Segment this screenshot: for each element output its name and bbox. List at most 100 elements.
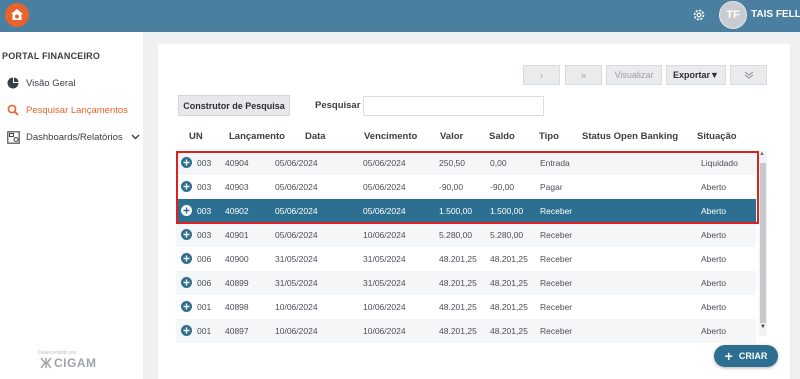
cell-data: 05/06/2024 [275,206,318,216]
column-header-tipo[interactable]: Tipo [539,131,559,142]
last-page-button[interactable]: » [565,65,602,85]
cell-data: 31/05/2024 [275,254,318,264]
cell-saldo: 5.280,00 [490,230,524,240]
cell-situacao: Aberto [701,230,727,240]
visualize-button[interactable]: Visualizar [606,65,662,85]
cell-saldo: 1.500,00 [490,206,524,216]
scrollbar-thumb[interactable] [760,163,766,323]
table-row[interactable]: 006 40900 31/05/2024 31/05/2024 48.201,2… [176,247,756,271]
cell-lancamento: 40897 [225,326,249,336]
cell-saldo: 0,00 [490,158,507,168]
cell-valor: 5.280,00 [439,230,473,240]
cell-valor: 48.201,25 [439,278,477,288]
user-name[interactable]: TAIS FELLES [751,9,800,20]
cell-situacao: Aberto [701,206,727,216]
cell-un: 003 [197,158,212,168]
column-header-situacao[interactable]: Situação [697,131,737,142]
column-header-valor[interactable]: Valor [440,131,463,142]
expand-row-icon[interactable] [181,205,192,216]
cell-situacao: Aberto [701,326,727,336]
column-header-lancamento[interactable]: Lançamento [229,131,285,142]
cell-data: 05/06/2024 [275,230,318,240]
search-builder-button[interactable]: Construtor de Pesquisa [178,95,290,116]
expand-row-icon[interactable] [181,253,192,264]
top-bar: TF TAIS FELLES [0,0,800,32]
cell-tipo: Receber [540,254,573,264]
cell-saldo: 48.201,25 [490,278,528,288]
chevron-down-icon[interactable] [131,134,140,140]
cell-situacao: Aberto [701,278,727,288]
cell-tipo: Entrada [540,158,570,168]
cell-un: 001 [197,326,212,336]
table-row-selected[interactable]: 003 40902 05/06/2024 05/06/2024 1.500,00… [176,199,756,223]
cell-tipo: Receber [540,206,573,216]
cigam-logo-text: CIGAM [54,356,97,370]
expand-row-icon[interactable] [181,157,192,168]
sidebar-item-dashboards[interactable]: Dashboards/Relatórios [6,129,140,145]
expand-button[interactable] [730,65,767,85]
scroll-up-arrow-icon[interactable]: ▲ [759,151,765,157]
column-header-un[interactable]: UN [189,131,203,142]
cell-data: 31/05/2024 [275,278,318,288]
table-row[interactable]: 006 40899 31/05/2024 31/05/2024 48.201,2… [176,271,756,295]
column-header-status-open-banking[interactable]: Status Open Banking [582,131,678,142]
table-row[interactable]: 003 40901 05/06/2024 10/06/2024 5.280,00… [176,223,756,247]
cell-lancamento: 40904 [225,158,249,168]
cell-lancamento: 40901 [225,230,249,240]
gear-icon[interactable] [689,5,709,25]
sidebar-item-label: Pesquisar Lançamentos [26,104,128,116]
expand-row-icon[interactable] [181,181,192,192]
cigam-logo: CIGAM [40,356,97,370]
cell-vencimento: 31/05/2024 [363,254,406,264]
cell-situacao: Aberto [701,182,727,192]
cell-un: 006 [197,278,212,288]
sidebar-item-label: Visão Geral [26,77,76,89]
create-button[interactable]: + CRIAR [714,345,778,367]
next-page-button[interactable]: › [523,65,560,85]
table-row[interactable]: 001 40898 10/06/2024 10/06/2024 48.201,2… [176,295,756,319]
cell-valor: 48.201,25 [439,326,477,336]
table-row[interactable]: 003 40903 05/06/2024 05/06/2024 -90,00 -… [176,175,756,199]
search-input[interactable] [363,96,544,116]
cell-vencimento: 05/06/2024 [363,158,406,168]
cell-data: 05/06/2024 [275,158,318,168]
table-row[interactable]: 003 40904 05/06/2024 05/06/2024 250,50 0… [176,151,756,175]
sidebar-item-visao-geral[interactable]: Visão Geral [6,75,75,91]
cell-un: 003 [197,206,212,216]
table-row[interactable]: 001 40897 10/06/2024 10/06/2024 48.201,2… [176,319,756,343]
search-icon [6,103,20,117]
sidebar: PORTAL FINANCEIRO Visão Geral Pesquisar … [0,32,143,379]
cell-situacao: Aberto [701,302,727,312]
cell-valor: 250,50 [439,158,465,168]
avatar[interactable]: TF [719,1,747,29]
cell-data: 10/06/2024 [275,302,318,312]
sidebar-item-label: Dashboards/Relatórios [26,131,123,143]
column-header-data[interactable]: Data [305,131,326,142]
scroll-down-arrow-icon[interactable]: ▼ [760,324,766,330]
cell-saldo: -90,00 [490,182,515,192]
cell-lancamento: 40900 [225,254,249,264]
column-header-vencimento[interactable]: Vencimento [364,131,417,142]
expand-row-icon[interactable] [181,277,192,288]
expand-row-icon[interactable] [181,301,192,312]
expand-row-icon[interactable] [181,229,192,240]
cell-valor: 48.201,25 [439,254,477,264]
cell-saldo: 48.201,25 [490,326,528,336]
cell-tipo: Receber [540,278,573,288]
cell-tipo: Receber [540,326,573,336]
cell-tipo: Receber [540,302,573,312]
cell-lancamento: 40898 [225,302,249,312]
export-button[interactable]: Exportar▼ [666,65,726,85]
home-logo-icon[interactable] [5,3,29,27]
cell-un: 001 [197,302,212,312]
cell-vencimento: 05/06/2024 [363,182,406,192]
cell-lancamento: 40899 [225,278,249,288]
column-header-saldo[interactable]: Saldo [489,131,515,142]
cell-tipo: Receber [540,230,573,240]
expand-row-icon[interactable] [181,325,192,336]
cell-un: 006 [197,254,212,264]
double-chevron-down-icon [744,71,753,79]
table-body: 003 40904 05/06/2024 05/06/2024 250,50 0… [176,151,756,343]
dashboard-icon [6,130,20,144]
sidebar-item-pesquisar[interactable]: Pesquisar Lançamentos [6,102,128,118]
